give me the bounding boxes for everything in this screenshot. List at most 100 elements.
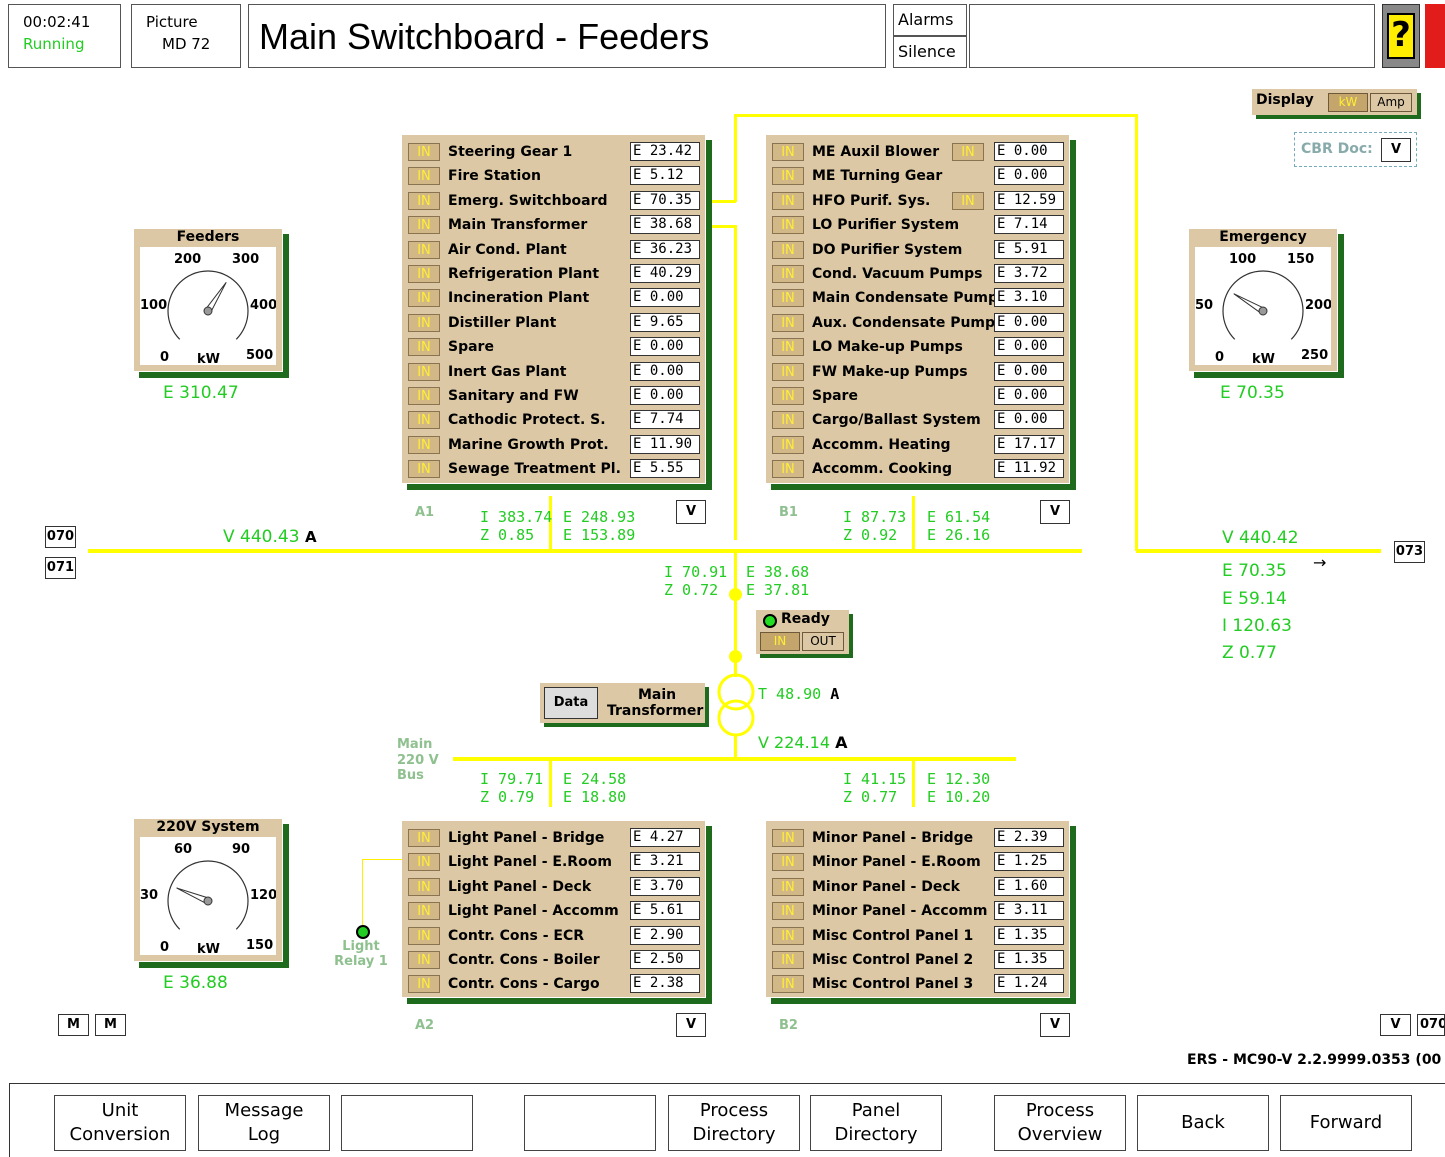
gauge-title: Feeders — [176, 229, 240, 245]
panel-a1-v-button[interactable]: V — [676, 500, 706, 524]
bus-tag-070[interactable]: 070 — [45, 526, 76, 548]
alarms-button[interactable]: Alarms — [893, 4, 967, 36]
breaker-in-button[interactable]: IN — [408, 143, 440, 161]
breaker-out-button[interactable]: OUT — [802, 632, 844, 651]
breaker-in-button[interactable]: IN — [772, 313, 804, 332]
feeder-value: E 12.59 — [994, 190, 1064, 210]
breaker-in-button[interactable]: IN — [408, 829, 440, 847]
breaker-in-button[interactable]: IN — [772, 265, 804, 283]
a2-impedance: Z 0.79 — [480, 788, 535, 806]
process-overview-button[interactable]: Process Overview — [994, 1095, 1126, 1151]
feeder-label: Aux. Condensate Pump — [812, 314, 996, 331]
breaker-in-button[interactable]: IN — [408, 313, 440, 332]
m-button-2[interactable]: M — [95, 1014, 126, 1036]
trafo-energy-1: E 38.68 — [746, 563, 810, 581]
feeder-row: IN Emerg. Switchboard E 70.35 — [408, 190, 700, 212]
gauge-tick-label: 100 — [1229, 252, 1256, 267]
breaker-in-button[interactable]: IN — [772, 926, 804, 945]
breaker-in-button[interactable]: IN — [772, 240, 804, 259]
light-relay-wire-v — [362, 859, 363, 927]
empty-button-2[interactable] — [524, 1095, 656, 1151]
breaker-in-button[interactable]: IN — [408, 902, 440, 921]
breaker-in-button[interactable]: IN — [408, 216, 440, 235]
v-button-right[interactable]: V — [1380, 1014, 1411, 1036]
emerg-feed-horizontal — [734, 114, 1138, 117]
breaker-in-button[interactable]: IN — [408, 191, 440, 210]
feeder-row: IN Light Panel - Bridge E 4.27 — [408, 827, 700, 849]
breaker-in-button[interactable]: IN — [408, 877, 440, 896]
breaker-in-button[interactable]: IN — [772, 411, 804, 430]
display-kw-button[interactable]: kW — [1328, 93, 1368, 112]
back-button[interactable]: Back — [1137, 1095, 1269, 1151]
silence-button[interactable]: Silence — [893, 36, 967, 68]
breaker-in-button[interactable]: IN — [772, 143, 804, 161]
trafo-temperature-unit: A — [830, 685, 840, 703]
process-directory-button[interactable]: Process Directory — [668, 1095, 800, 1151]
breaker-in-button[interactable]: IN — [408, 387, 440, 405]
breaker-in-button[interactable]: IN — [772, 975, 804, 994]
breaker-in-button[interactable]: IN — [772, 167, 804, 186]
breaker-in-button[interactable]: IN — [408, 240, 440, 259]
breaker-in-button[interactable]: IN — [760, 632, 800, 651]
breaker-in-button[interactable]: IN — [408, 435, 440, 454]
breaker-in-button[interactable]: IN — [408, 926, 440, 945]
feeder-value: E 0.00 — [994, 312, 1064, 332]
breaker-in-button[interactable]: IN — [772, 902, 804, 921]
page-tag-070-right[interactable]: 070 — [1417, 1014, 1445, 1036]
display-amp-button[interactable]: Amp — [1370, 93, 1412, 112]
aux-in-button[interactable]: IN — [952, 191, 984, 210]
light-relay-indicator-icon[interactable] — [356, 925, 370, 939]
cbr-doc-label: CBR Doc: — [1301, 141, 1373, 157]
emerg-stub — [706, 200, 736, 203]
breaker-in-button[interactable]: IN — [772, 829, 804, 847]
breaker-in-button[interactable]: IN — [772, 877, 804, 896]
a2-feeder-bar — [549, 759, 552, 807]
breaker-in-button[interactable]: IN — [408, 460, 440, 479]
data-button[interactable]: Data — [544, 687, 598, 719]
panel-directory-button[interactable]: Panel Directory — [810, 1095, 942, 1151]
breaker-in-button[interactable]: IN — [772, 951, 804, 969]
breaker-in-button[interactable]: IN — [772, 191, 804, 210]
b2-feeder-bar — [912, 759, 915, 807]
gauge-tick-label: 100 — [140, 298, 167, 313]
transformer-symbol — [717, 673, 755, 737]
panel-a1: IN Steering Gear 1 E 23.42 IN Fire Station E … — [401, 134, 706, 484]
bus-tag-073[interactable]: 073 — [1394, 541, 1425, 563]
breaker-in-button[interactable]: IN — [408, 338, 440, 357]
emergency-reading: E 70.35 — [1220, 383, 1285, 403]
feeder-row: IN Accomm. Cooking E 11.92 — [772, 458, 1064, 480]
bus-tag-071[interactable]: 071 — [45, 557, 76, 579]
m-button-1[interactable]: M — [58, 1014, 89, 1036]
message-log-button[interactable]: Message Log — [198, 1095, 330, 1151]
breaker-in-button[interactable]: IN — [408, 167, 440, 186]
cbr-doc-button[interactable]: V — [1381, 138, 1411, 162]
unit-conversion-button[interactable]: Unit Conversion — [54, 1095, 186, 1151]
panel-a2: IN Light Panel - Bridge E 4.27 IN Light Pane… — [401, 820, 706, 998]
main-440v-bus — [88, 549, 1082, 553]
breaker-in-button[interactable]: IN — [772, 362, 804, 381]
panel-b1-v-button[interactable]: V — [1040, 500, 1070, 524]
breaker-in-button[interactable]: IN — [772, 460, 804, 479]
picture-box: Picture MD 72 — [131, 4, 241, 68]
panel-b2-v-button[interactable]: V — [1040, 1013, 1070, 1037]
breaker-in-button[interactable]: IN — [772, 289, 804, 308]
breaker-in-button[interactable]: IN — [408, 411, 440, 430]
help-button[interactable]: ? — [1382, 4, 1420, 68]
breaker-in-button[interactable]: IN — [408, 289, 440, 308]
breaker-in-button[interactable]: IN — [408, 362, 440, 381]
breaker-in-button[interactable]: IN — [772, 435, 804, 454]
breaker-in-button[interactable]: IN — [408, 853, 440, 872]
breaker-in-button[interactable]: IN — [772, 387, 804, 405]
breaker-in-button[interactable]: IN — [408, 975, 440, 994]
page-title: Main Switchboard - Feeders — [259, 16, 710, 57]
forward-button[interactable]: Forward — [1280, 1095, 1412, 1151]
breaker-in-button[interactable]: IN — [772, 853, 804, 872]
breaker-in-button[interactable]: IN — [772, 338, 804, 357]
breaker-in-button[interactable]: IN — [408, 951, 440, 969]
aux-in-button[interactable]: IN — [952, 143, 984, 161]
panel-a2-v-button[interactable]: V — [676, 1013, 706, 1037]
empty-button-1[interactable] — [341, 1095, 473, 1151]
breaker-in-button[interactable]: IN — [408, 265, 440, 283]
a1-energy-1: E 248.93 — [563, 508, 636, 526]
breaker-in-button[interactable]: IN — [772, 216, 804, 235]
